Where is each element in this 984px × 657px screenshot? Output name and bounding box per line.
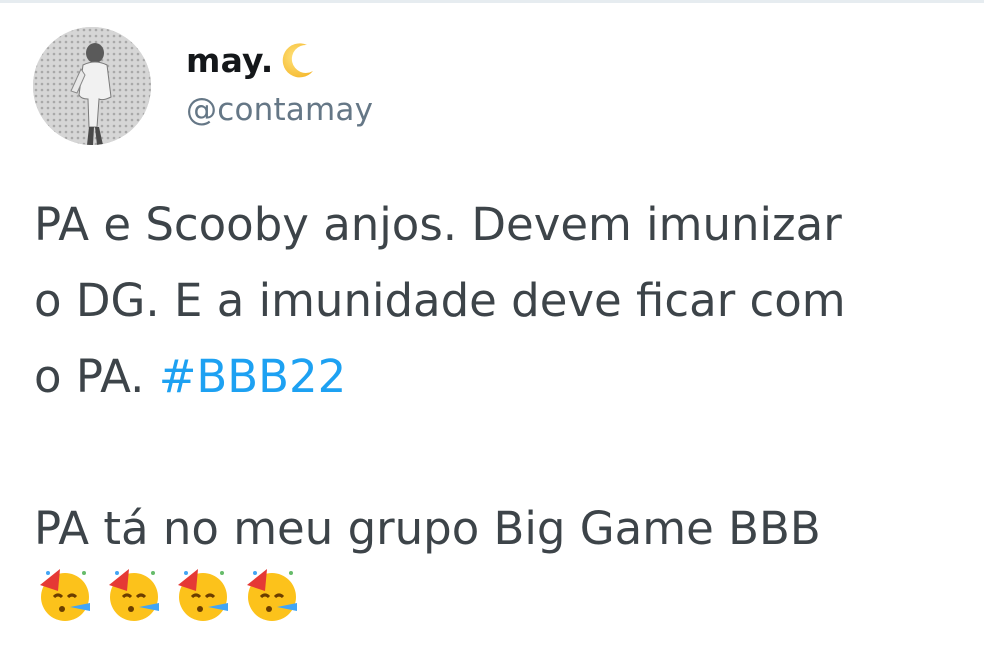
partying-face-icon — [103, 563, 164, 624]
tweet-line: o PA. — [34, 350, 159, 403]
tweet-body: PA e Scooby anjos. Devem imunizar o DG. … — [34, 187, 974, 624]
user-handle[interactable]: @contamay — [186, 92, 373, 128]
partying-face-icon — [34, 563, 95, 624]
partying-face-icon — [172, 563, 233, 624]
avatar[interactable] — [33, 27, 151, 145]
crescent-moon-icon — [277, 39, 319, 81]
hashtag-link[interactable]: #BBB22 — [159, 350, 347, 403]
partying-face-icon — [241, 563, 302, 624]
emoji-row — [34, 563, 974, 624]
avatar-photo — [33, 27, 151, 145]
tweet-line: PA e Scooby anjos. Devem imunizar — [34, 198, 842, 251]
tweet-line: o DG. E a imunidade deve ficar com — [34, 274, 846, 327]
tweet-second-paragraph: PA tá no meu grupo Big Game BBB — [34, 502, 821, 555]
tweet-card[interactable]: may. @contamay PA e Scooby anjos. Devem … — [0, 0, 984, 657]
tweet-line-with-hashtag: o PA. #BBB22 — [34, 339, 974, 415]
display-name[interactable]: may. — [186, 41, 273, 80]
